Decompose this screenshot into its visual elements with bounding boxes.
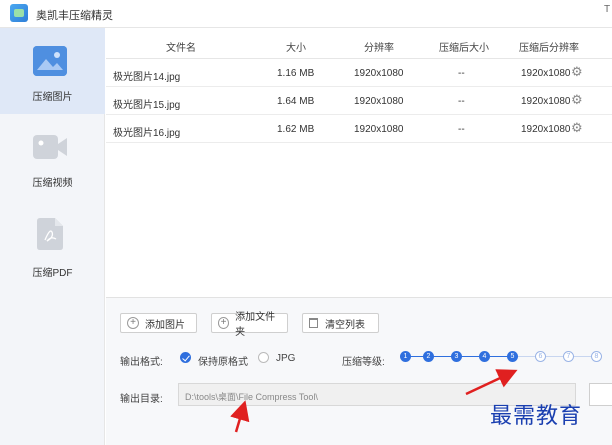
clear-list-button[interactable]: 清空列表 (302, 313, 379, 333)
watermark: 最需教育 (490, 404, 583, 429)
plus-icon: + (127, 317, 139, 329)
sidebar-item-compress-image[interactable]: 压缩图片 (0, 28, 105, 114)
file-name: 极光图片14.jpg (113, 72, 181, 83)
trash-icon (309, 318, 318, 328)
add-folder-button[interactable]: + 添加文件夹 (211, 312, 288, 338)
file-size: 1.62 MB (277, 124, 315, 135)
file-name: 极光图片16.jpg (113, 128, 181, 139)
app-logo-icon (10, 4, 28, 22)
window-control-icon[interactable]: T (604, 4, 610, 15)
sidebar-item-label: 压缩图片 (32, 92, 73, 103)
file-resolution: 1920x1080 (354, 124, 404, 135)
sidebar-item-compress-pdf[interactable]: 压缩PDF (0, 200, 105, 286)
column-header-compressed-resolution: 压缩后分辨率 (519, 43, 579, 54)
gear-icon[interactable]: ⚙ (571, 65, 585, 79)
column-header-resolution: 分辨率 (364, 43, 394, 54)
level-track (490, 356, 507, 357)
level-track (462, 356, 479, 357)
sidebar-item-label: 压缩PDF (32, 268, 73, 279)
level-step[interactable]: 1 (400, 351, 411, 362)
level-step-current[interactable]: 5 (507, 351, 518, 362)
level-step[interactable]: 7 (563, 351, 574, 362)
table-row[interactable]: 极光图片14.jpg 1.16 MB 1920x1080 -- 1920x108… (106, 59, 612, 87)
browse-button[interactable] (589, 383, 612, 406)
column-header-size: 大小 (286, 43, 306, 54)
compressed-size: -- (458, 124, 465, 135)
compressed-resolution: 1920x1080 (521, 124, 571, 135)
file-resolution: 1920x1080 (354, 68, 404, 79)
level-track (410, 356, 423, 357)
gear-icon[interactable]: ⚙ (571, 93, 585, 107)
keep-format-label: 保持原格式 (198, 357, 248, 368)
table-row[interactable]: 极光图片15.jpg 1.64 MB 1920x1080 -- 1920x108… (106, 87, 612, 115)
output-format-label: 输出格式: (120, 357, 163, 368)
level-track (434, 356, 451, 357)
level-step[interactable]: 8 (591, 351, 602, 362)
file-resolution: 1920x1080 (354, 96, 404, 107)
output-dir-label: 输出目录: (120, 394, 163, 405)
add-image-button[interactable]: + 添加图片 (120, 313, 197, 333)
pdf-icon (37, 218, 63, 250)
title-bar: 奥凯丰压缩精灵 T (0, 0, 612, 28)
level-track (574, 356, 591, 357)
level-track (518, 356, 535, 357)
image-icon (33, 46, 67, 76)
file-name: 极光图片15.jpg (113, 100, 181, 111)
file-table-header: 文件名 大小 分辨率 压缩后大小 压缩后分辨率 (106, 31, 612, 59)
level-step[interactable]: 6 (535, 351, 546, 362)
level-step[interactable]: 3 (451, 351, 462, 362)
level-step[interactable]: 4 (479, 351, 490, 362)
video-icon (33, 132, 67, 162)
level-track (546, 356, 563, 357)
column-header-filename: 文件名 (166, 43, 196, 54)
keep-format-radio[interactable] (180, 352, 191, 363)
file-size: 1.64 MB (277, 96, 315, 107)
sidebar: 压缩图片 压缩视频 压缩PDF (0, 28, 105, 445)
gear-icon[interactable]: ⚙ (571, 121, 585, 135)
file-size: 1.16 MB (277, 68, 315, 79)
column-header-compressed-size: 压缩后大小 (439, 43, 489, 54)
compressed-size: -- (458, 68, 465, 79)
level-step[interactable]: 2 (423, 351, 434, 362)
sidebar-item-compress-video[interactable]: 压缩视频 (0, 114, 105, 200)
compressed-size: -- (458, 96, 465, 107)
jpg-label: JPG (276, 353, 296, 364)
plus-icon: + (218, 317, 230, 329)
sidebar-item-label: 压缩视频 (32, 178, 73, 189)
compressed-resolution: 1920x1080 (521, 96, 571, 107)
table-row[interactable]: 极光图片16.jpg 1.62 MB 1920x1080 -- 1920x108… (106, 115, 612, 143)
jpg-radio[interactable] (258, 352, 269, 363)
compression-level-label: 压缩等级: (342, 357, 385, 368)
app-title: 奥凯丰压缩精灵 (36, 10, 113, 22)
compressed-resolution: 1920x1080 (521, 68, 571, 79)
